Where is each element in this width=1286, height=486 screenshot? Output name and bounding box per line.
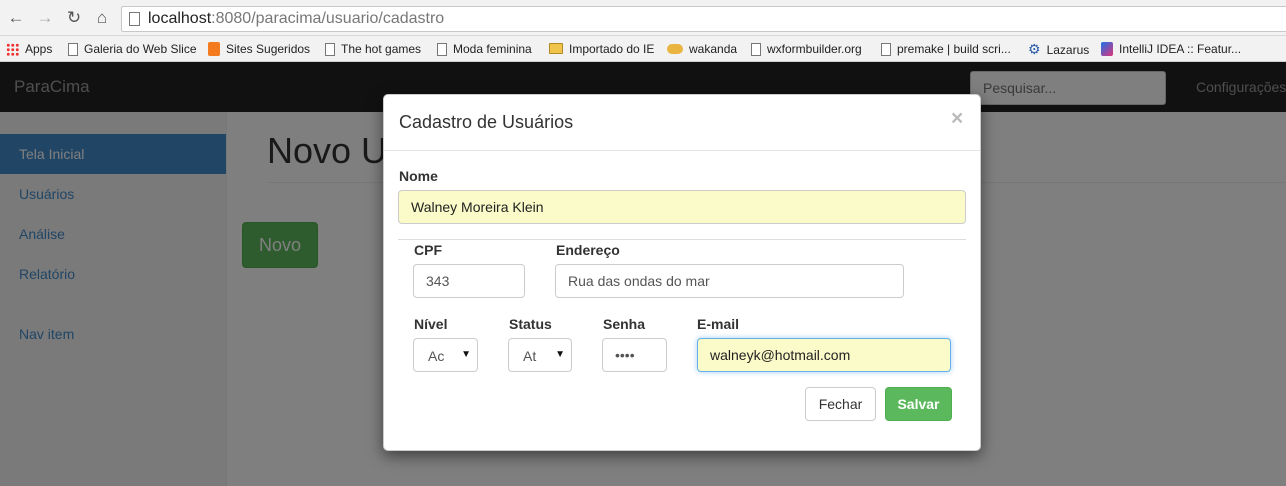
bookmark-premake[interactable]: premake | build scri... [881, 40, 1011, 58]
close-icon[interactable]: × [951, 107, 963, 131]
url-text: localhost:8080/paracima/usuario/cadastro [148, 10, 445, 27]
bookmark-intellij[interactable]: IntelliJ IDEA :: Featur... [1101, 40, 1241, 58]
modal-title: Cadastro de Usuários [399, 112, 574, 132]
home-icon[interactable]: ⌂ [92, 8, 112, 28]
status-selected-value: At [523, 348, 537, 364]
salvar-button[interactable]: Salvar [885, 387, 952, 421]
forward-arrow-icon[interactable]: → [35, 8, 55, 28]
nome-field[interactable] [398, 190, 966, 224]
browser-toolbar: ← → ↻ ⌂ localhost:8080/paracima/usuario/… [0, 0, 1286, 36]
nivel-selected-value: Ac [428, 348, 445, 364]
back-arrow-icon[interactable]: ← [6, 8, 26, 28]
bookmarks-bar: Apps Galeria do Web Slice Sites Sugerido… [0, 36, 1286, 62]
form-divider [398, 239, 966, 240]
bookmark-hot-games[interactable]: The hot games [325, 40, 421, 58]
cadastro-modal: Cadastro de Usuários × Nome CPF Endereço… [383, 94, 981, 451]
reload-icon[interactable]: ↻ [64, 8, 84, 28]
cpf-field[interactable] [413, 264, 525, 298]
page-icon [68, 43, 78, 56]
modal-header: Cadastro de Usuários × [384, 95, 980, 151]
nivel-select[interactable]: Ac ▼ [413, 338, 478, 372]
bookmark-sites-sugeridos[interactable]: Sites Sugeridos [208, 40, 310, 58]
page-icon [325, 43, 335, 56]
address-bar[interactable]: localhost:8080/paracima/usuario/cadastro [121, 6, 1286, 32]
page-icon [437, 43, 447, 56]
email-field[interactable] [697, 338, 951, 372]
orange-bookmark-icon [208, 42, 220, 56]
chevron-down-icon: ▼ [555, 349, 565, 360]
page-icon [129, 12, 140, 26]
gear-icon: ⚙ [1028, 41, 1041, 57]
senha-field[interactable] [602, 338, 667, 372]
handshake-icon [667, 44, 683, 54]
nivel-label: Nível [414, 316, 448, 332]
endereco-field[interactable] [555, 264, 904, 298]
page-icon [751, 43, 761, 56]
status-label: Status [509, 316, 552, 332]
endereco-label: Endereço [556, 242, 620, 258]
bookmark-wakanda[interactable]: wakanda [667, 40, 737, 58]
bookmark-lazarus[interactable]: ⚙ Lazarus [1028, 40, 1089, 58]
bookmark-wxformbuilder[interactable]: wxformbuilder.org [751, 40, 862, 58]
bookmark-galeria[interactable]: Galeria do Web Slice [68, 40, 197, 58]
fechar-button[interactable]: Fechar [805, 387, 876, 421]
email-label: E-mail [697, 316, 740, 332]
apps-grid-icon [6, 43, 19, 56]
cpf-label: CPF [414, 242, 442, 258]
chevron-down-icon: ▼ [461, 349, 471, 360]
senha-label: Senha [603, 316, 646, 332]
bookmark-apps[interactable]: Apps [6, 40, 52, 58]
status-select[interactable]: At ▼ [508, 338, 572, 372]
bookmark-moda-feminina[interactable]: Moda feminina [437, 40, 532, 58]
page-icon [881, 43, 891, 56]
nome-label: Nome [399, 168, 438, 184]
intellij-icon [1101, 42, 1113, 56]
folder-icon [549, 43, 563, 54]
bookmark-importado-ie[interactable]: Importado do IE [549, 40, 654, 58]
